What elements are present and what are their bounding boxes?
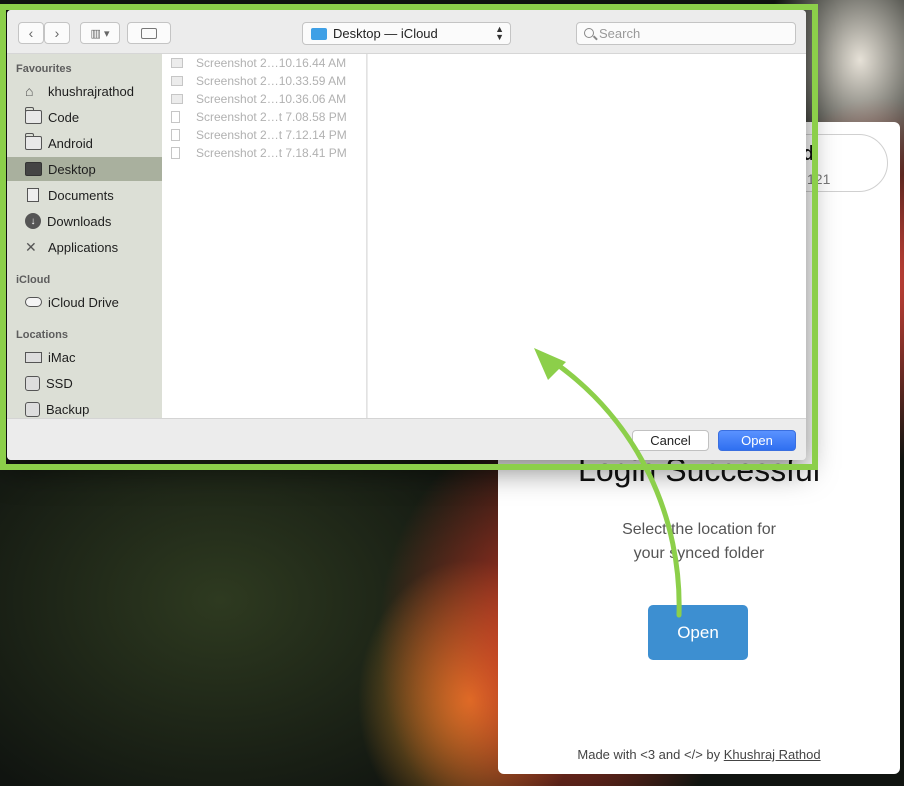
annotation-arrow — [534, 348, 682, 618]
